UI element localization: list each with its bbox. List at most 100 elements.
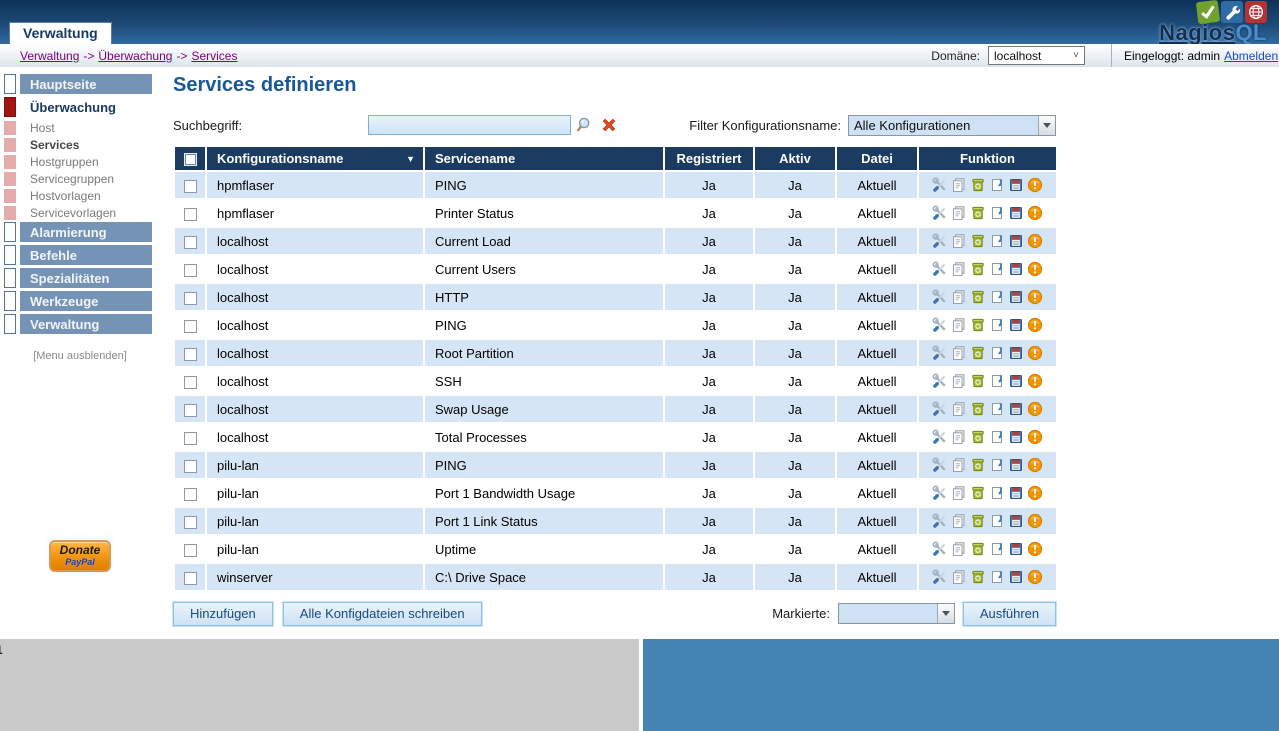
sidebar-section-alarmierung[interactable]: Alarmierung — [0, 222, 160, 242]
row-checkbox[interactable] — [184, 432, 197, 445]
save-icon[interactable] — [1008, 429, 1024, 445]
marked-action-select[interactable] — [838, 603, 955, 624]
modify-icon[interactable] — [932, 345, 948, 361]
page-button-1[interactable]: 1 — [0, 639, 639, 731]
breadcrumb-link-berwachung[interactable]: Überwachung — [98, 49, 172, 63]
search-icon[interactable] — [575, 115, 595, 135]
modify-icon[interactable] — [932, 205, 948, 221]
info-icon[interactable] — [1027, 317, 1043, 333]
write-config-icon[interactable] — [989, 569, 1005, 585]
modify-icon[interactable] — [932, 177, 948, 193]
modify-icon[interactable] — [932, 373, 948, 389]
hide-menu-link[interactable]: [Menu ausblenden] — [0, 350, 160, 362]
modify-icon[interactable] — [932, 541, 948, 557]
save-icon[interactable] — [1008, 233, 1024, 249]
write-all-configs-button[interactable]: Alle Konfigdateien schreiben — [283, 602, 482, 626]
row-checkbox[interactable] — [184, 348, 197, 361]
write-config-icon[interactable] — [989, 317, 1005, 333]
copy-icon[interactable] — [951, 233, 967, 249]
copy-icon[interactable] — [951, 289, 967, 305]
save-icon[interactable] — [1008, 177, 1024, 193]
logout-link[interactable]: Abmelden — [1224, 49, 1278, 63]
sidebar-item-servicegruppen[interactable]: Servicegruppen — [0, 171, 160, 187]
write-config-icon[interactable] — [989, 233, 1005, 249]
save-icon[interactable] — [1008, 317, 1024, 333]
info-icon[interactable] — [1027, 401, 1043, 417]
info-icon[interactable] — [1027, 233, 1043, 249]
info-icon[interactable] — [1027, 429, 1043, 445]
donate-paypal-button[interactable]: Donate PayPal — [49, 540, 111, 572]
delete-icon[interactable] — [970, 429, 986, 445]
delete-icon[interactable] — [970, 513, 986, 529]
copy-icon[interactable] — [951, 401, 967, 417]
save-icon[interactable] — [1008, 401, 1024, 417]
row-checkbox[interactable] — [184, 572, 197, 585]
row-checkbox[interactable] — [184, 404, 197, 417]
copy-icon[interactable] — [951, 513, 967, 529]
delete-icon[interactable] — [970, 345, 986, 361]
delete-icon[interactable] — [970, 373, 986, 389]
modify-icon[interactable] — [932, 289, 948, 305]
save-icon[interactable] — [1008, 289, 1024, 305]
save-icon[interactable] — [1008, 513, 1024, 529]
info-icon[interactable] — [1027, 345, 1043, 361]
filter-config-select[interactable]: Alle Konfigurationen — [848, 115, 1056, 136]
info-icon[interactable] — [1027, 513, 1043, 529]
info-icon[interactable] — [1027, 177, 1043, 193]
column-header-active[interactable]: Aktiv — [755, 147, 835, 170]
row-checkbox[interactable] — [184, 236, 197, 249]
sidebar-section-berwachung[interactable]: Überwachung — [0, 97, 160, 117]
write-config-icon[interactable] — [989, 485, 1005, 501]
row-checkbox[interactable] — [184, 320, 197, 333]
row-checkbox[interactable] — [184, 180, 197, 193]
clear-filter-icon[interactable] — [599, 115, 619, 135]
info-icon[interactable] — [1027, 457, 1043, 473]
info-icon[interactable] — [1027, 289, 1043, 305]
row-checkbox[interactable] — [184, 208, 197, 221]
sidebar-section-befehle[interactable]: Befehle — [0, 245, 160, 265]
copy-icon[interactable] — [951, 429, 967, 445]
modify-icon[interactable] — [932, 485, 948, 501]
modify-icon[interactable] — [932, 513, 948, 529]
delete-icon[interactable] — [970, 457, 986, 473]
delete-icon[interactable] — [970, 569, 986, 585]
write-config-icon[interactable] — [989, 541, 1005, 557]
copy-icon[interactable] — [951, 345, 967, 361]
active-module-tab[interactable]: Verwaltung — [9, 22, 112, 44]
modify-icon[interactable] — [932, 429, 948, 445]
search-input[interactable] — [368, 115, 571, 135]
sidebar-section-werkzeuge[interactable]: Werkzeuge — [0, 291, 160, 311]
delete-icon[interactable] — [970, 485, 986, 501]
write-config-icon[interactable] — [989, 401, 1005, 417]
sidebar-section-hauptseite[interactable]: Hauptseite — [0, 74, 160, 94]
copy-icon[interactable] — [951, 317, 967, 333]
copy-icon[interactable] — [951, 373, 967, 389]
add-button[interactable]: Hinzufügen — [173, 602, 273, 626]
info-icon[interactable] — [1027, 205, 1043, 221]
info-icon[interactable] — [1027, 541, 1043, 557]
sidebar-item-servicevorlagen[interactable]: Servicevorlagen — [0, 205, 160, 221]
row-checkbox[interactable] — [184, 544, 197, 557]
save-icon[interactable] — [1008, 541, 1024, 557]
modify-icon[interactable] — [932, 317, 948, 333]
delete-icon[interactable] — [970, 205, 986, 221]
sidebar-item-services[interactable]: Services — [0, 137, 160, 153]
row-checkbox[interactable] — [184, 264, 197, 277]
save-icon[interactable] — [1008, 205, 1024, 221]
row-checkbox[interactable] — [184, 376, 197, 389]
delete-icon[interactable] — [970, 401, 986, 417]
breadcrumb-link-services[interactable]: Services — [191, 49, 237, 63]
sidebar-item-host[interactable]: Host — [0, 120, 160, 136]
copy-icon[interactable] — [951, 541, 967, 557]
delete-icon[interactable] — [970, 541, 986, 557]
column-header-file[interactable]: Datei — [837, 147, 917, 170]
save-icon[interactable] — [1008, 345, 1024, 361]
delete-icon[interactable] — [970, 317, 986, 333]
sidebar-item-hostgruppen[interactable]: Hostgruppen — [0, 154, 160, 170]
column-header-registered[interactable]: Registriert — [665, 147, 753, 170]
modify-icon[interactable] — [932, 233, 948, 249]
execute-button[interactable]: Ausführen — [963, 602, 1056, 626]
modify-icon[interactable] — [932, 569, 948, 585]
save-icon[interactable] — [1008, 569, 1024, 585]
copy-icon[interactable] — [951, 261, 967, 277]
